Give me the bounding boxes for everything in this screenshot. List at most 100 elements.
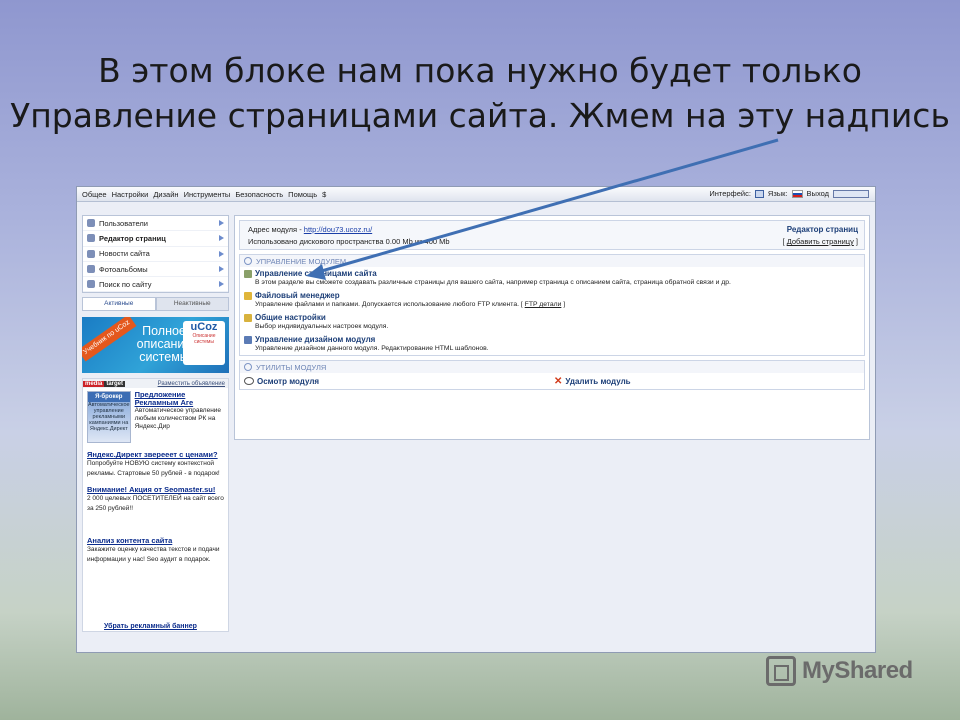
menu-dollar[interactable]: $ [322,190,326,199]
myshared-logo-icon [766,656,796,686]
slide-title: В этом блоке нам пока нужно будет только… [0,48,960,138]
view-module-button[interactable]: Осмотр модуля [244,377,554,386]
ad-title-link[interactable]: Яндекс.Директ зверееет с ценами? [87,450,224,459]
ad-item: Внимание! Акция от Seomaster.su! 2 000 ц… [83,485,228,514]
ucoz-logo-subtext: Описание системы [192,333,216,346]
sidebar-item-search[interactable]: Поиск по сайту [83,277,228,293]
module-title-label[interactable]: Файловый менеджер [255,291,340,300]
section-header-manage: УПРАВЛЕНИЕ МОДУЛЕМ [240,255,864,267]
module-title-settings[interactable]: Общие настройки [244,313,860,322]
add-page-wrapper: [ Добавить страницу ] [782,237,858,246]
ad-description: Автоматическое управление любым количест… [134,407,222,431]
interface-toggle-icon[interactable] [754,189,764,198]
module-title-label[interactable]: Общие настройки [255,313,326,322]
sidebar-item-news[interactable]: Новости сайта [83,247,228,262]
menu-help[interactable]: Помощь [288,190,317,199]
view-module-label: Осмотр модуля [257,376,320,386]
ads-area: media target Разместить объявление Я-бро… [82,378,229,633]
gear-icon [244,363,252,371]
ad-description: Закажите оценку качества текстов и подач… [87,546,220,564]
photo-icon [87,265,95,274]
delete-icon: ✕ [554,375,563,387]
module-address-link[interactable]: http://dou73.ucoz.ru/ [304,225,372,234]
module-info: Адрес модуля - http://dou73.ucoz.ru/ Исп… [239,220,865,250]
add-page-link[interactable]: Добавить страницу [787,237,854,246]
module-title-label[interactable]: Управление страницами сайта [255,269,377,278]
sidebar-item-label: Фотоальбомы [99,264,148,274]
module-title-pages[interactable]: Управление страницами сайта [244,269,860,278]
sidebar-item-page-editor[interactable]: Редактор страниц [83,231,228,247]
language-label: Язык: [767,189,788,198]
utilities-row: Осмотр модуля ✕ Удалить модуль [240,373,864,389]
sidebar-item-label: Новости сайта [99,249,150,259]
users-icon [87,219,95,228]
ucoz-banner[interactable]: Учебник по uCoz Полное описание системы … [82,317,229,374]
russian-flag-icon[interactable] [791,189,803,198]
sidebar-item-label: Редактор страниц [99,233,166,243]
module-utilities-section: УТИЛИТЫ МОДУЛЯ Осмотр модуля ✕ Удалить м… [239,360,865,390]
ad-image-title: Я-брокер [88,392,130,403]
ad-text-block: Предложение Рекламным Аге Автоматическое… [135,391,224,443]
main-panel: Адрес модуля - http://dou73.ucoz.ru/ Исп… [234,215,870,440]
interface-label: Интерфейс: [709,189,751,198]
top-menu-bar: Общее Настройки Дизайн Инструменты Безоп… [77,187,875,202]
mediatarget-logo-part1: media [83,380,105,387]
place-ad-link[interactable]: Разместить объявление [158,381,225,387]
gear-icon [244,257,252,265]
tab-active[interactable]: Активные [82,297,156,312]
settings-icon [244,313,252,322]
delete-module-button[interactable]: ✕ Удалить модуль [554,376,631,387]
tab-inactive[interactable]: Неактивные [155,297,229,312]
ucoz-logo: uCoz Описание системы [183,321,225,366]
top-menu: Общее Настройки Дизайн Инструменты Безоп… [82,190,326,199]
module-title-label[interactable]: Управление дизайном модуля [255,335,375,344]
arrow-right-icon [219,235,224,242]
mediatarget-logo-part2: target [104,380,126,387]
sidebar-menu: Пользователи Редактор страниц Новости са… [82,215,229,294]
module-desc: Управление дизайном данного модуля. Реда… [255,345,489,352]
sidebar-item-photo[interactable]: Фотоальбомы [83,262,228,278]
module-item-design: Управление дизайном модуля Управление ди… [240,333,864,355]
module-title-file-manager[interactable]: Файловый менеджер [244,291,860,300]
ucoz-logo-text: uCoz [190,321,218,334]
exit-link[interactable]: Выход [807,189,829,198]
module-title-design[interactable]: Управление дизайном модуля [244,335,860,344]
menu-security[interactable]: Безопасность [235,190,283,199]
menu-settings[interactable]: Настройки [112,190,149,199]
arrow-right-icon [219,265,224,272]
slide-title-line-2: Управление страницами сайта. Жмем на эту… [10,96,950,135]
ad-description: 2 000 целевых ПОСЕТИТЕЛЕЙ на сайт всего … [87,495,224,513]
pages-icon [244,269,252,278]
ad-title-link[interactable]: Предложение Рекламным Аге [135,391,224,407]
folder-icon [244,291,252,300]
search-icon [87,280,95,289]
arrow-right-icon [219,220,224,226]
menu-tools[interactable]: Инструменты [184,190,231,199]
arrow-right-icon [219,281,224,288]
module-item-pages: Управление страницами сайта В этом разде… [240,267,864,289]
disk-usage: Использовано дискового пространства 0.00… [248,237,450,246]
sidebar: Пользователи Редактор страниц Новости са… [82,215,229,633]
sidebar-item-users[interactable]: Пользователи [83,216,228,232]
remove-banner-link[interactable]: Убрать рекламный баннер [104,623,197,630]
sidebar-item-label: Пользователи [99,218,148,228]
ad-item: Яндекс.Директ зверееет с ценами? Попробу… [83,450,228,479]
menu-general[interactable]: Общее [82,190,107,199]
ad-title-link[interactable]: Анализ контента сайта [87,536,224,545]
news-icon [87,249,95,258]
ad-title-link[interactable]: Внимание! Акция от Seomaster.su! [87,485,224,494]
ad-item: Я-брокер Автоматическое управление рекла… [83,388,228,446]
module-desc-wrapper: Управление файлами и папками. Допускаетс… [255,301,566,308]
section-title: УПРАВЛЕНИЕ МОДУЛЕМ [256,256,347,266]
menu-design[interactable]: Дизайн [153,190,178,199]
top-right-controls: Интерфейс: Язык: Выход [709,189,869,198]
arrow-right-icon [219,250,224,257]
ftp-details-link[interactable]: FTP детали [525,301,562,308]
module-desc: Выбор индивидуальных настроек модуля. [255,323,389,330]
ad-image-text: Автоматическое управление рекламными кам… [88,402,130,433]
module-address-label: Адрес модуля - [248,225,302,234]
delete-module-label: Удалить модуль [565,376,631,386]
module-desc: В этом разделе вы сможете создавать разл… [255,279,731,286]
ad-image[interactable]: Я-брокер Автоматическое управление рекла… [87,391,131,444]
design-icon [244,335,252,344]
